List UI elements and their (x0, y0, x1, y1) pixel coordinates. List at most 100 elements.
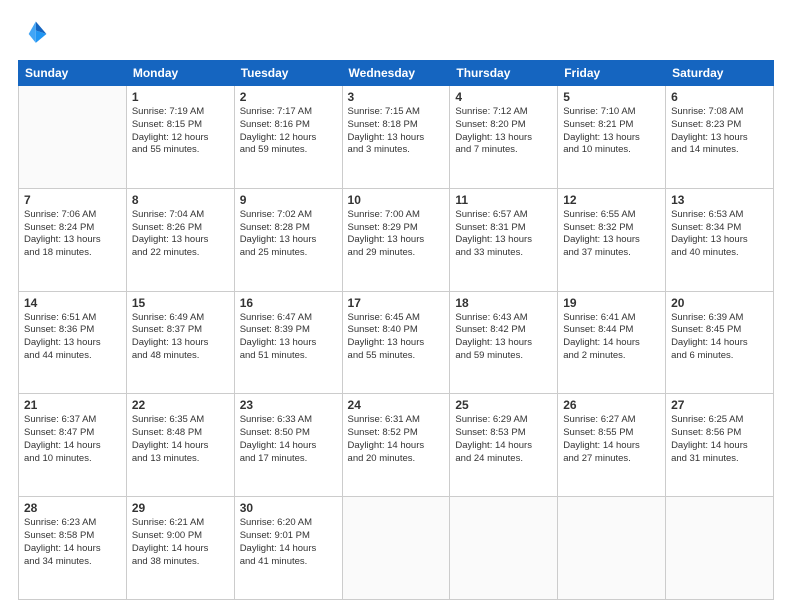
day-number: 16 (240, 296, 337, 310)
day-info: Sunrise: 7:04 AM Sunset: 8:26 PM Dayligh… (132, 209, 229, 260)
day-info: Sunrise: 6:27 AM Sunset: 8:55 PM Dayligh… (563, 414, 660, 465)
calendar-cell: 3Sunrise: 7:15 AM Sunset: 8:18 PM Daylig… (342, 86, 450, 189)
calendar-cell: 27Sunrise: 6:25 AM Sunset: 8:56 PM Dayli… (666, 394, 774, 497)
calendar-cell: 25 Sunrise: 6:29 AM Sunset: 8:53 PM Dayli… (450, 394, 558, 497)
day-info: Sunrise: 6:35 AM Sunset: 8:48 PM Dayligh… (132, 414, 229, 465)
calendar-cell: 21 Sunrise: 6:37 AM Sunset: 8:47 PM Dayli… (19, 394, 127, 497)
day-info: Sunrise: 7:15 AM Sunset: 8:18 PM Dayligh… (348, 106, 445, 157)
logo-icon (18, 18, 50, 50)
calendar-cell: 13 Sunrise: 6:53 AM Sunset: 8:34 PM Dayli… (666, 188, 774, 291)
day-number: 1 (132, 90, 229, 104)
day-info: Sunrise: 7:06 AM Sunset: 8:24 PM Dayligh… (24, 209, 121, 260)
day-number: 4 (455, 90, 552, 104)
day-info: Sunrise: 6:49 AM Sunset: 8:37 PM Dayligh… (132, 312, 229, 363)
calendar-cell: 6Sunrise: 7:08 AM Sunset: 8:23 PM Daylig… (666, 86, 774, 189)
day-number: 23 (240, 398, 337, 412)
day-info: Sunrise: 6:33 AM Sunset: 8:50 PM Dayligh… (240, 414, 337, 465)
calendar-cell: 15 Sunrise: 6:49 AM Sunset: 8:37 PM Dayli… (126, 291, 234, 394)
calendar-cell: 2 Sunrise: 7:17 AM Sunset: 8:16 PM Daylig… (234, 86, 342, 189)
day-info: Sunrise: 7:10 AM Sunset: 8:21 PM Dayligh… (563, 106, 660, 157)
calendar-cell: 7 Sunrise: 7:06 AM Sunset: 8:24 PM Daylig… (19, 188, 127, 291)
weekday-header-wednesday: Wednesday (342, 61, 450, 86)
day-number: 8 (132, 193, 229, 207)
calendar-cell: 26 Sunrise: 6:27 AM Sunset: 8:55 PM Dayli… (558, 394, 666, 497)
week-row-3: 14 Sunrise: 6:51 AM Sunset: 8:36 PM Dayli… (19, 291, 774, 394)
calendar-cell (342, 497, 450, 600)
day-info: Sunrise: 6:31 AM Sunset: 8:52 PM Dayligh… (348, 414, 445, 465)
weekday-header-friday: Friday (558, 61, 666, 86)
calendar-cell: 10Sunrise: 7:00 AM Sunset: 8:29 PM Dayli… (342, 188, 450, 291)
day-number: 17 (348, 296, 445, 310)
day-info: Sunrise: 6:21 AM Sunset: 9:00 PM Dayligh… (132, 517, 229, 568)
weekday-header-row: SundayMondayTuesdayWednesdayThursdayFrid… (19, 61, 774, 86)
weekday-header-monday: Monday (126, 61, 234, 86)
day-number: 5 (563, 90, 660, 104)
week-row-5: 28Sunrise: 6:23 AM Sunset: 8:58 PM Dayli… (19, 497, 774, 600)
calendar-cell: 9 Sunrise: 7:02 AM Sunset: 8:28 PM Daylig… (234, 188, 342, 291)
day-number: 15 (132, 296, 229, 310)
week-row-2: 7 Sunrise: 7:06 AM Sunset: 8:24 PM Daylig… (19, 188, 774, 291)
calendar-cell: 28Sunrise: 6:23 AM Sunset: 8:58 PM Dayli… (19, 497, 127, 600)
day-number: 30 (240, 501, 337, 515)
day-number: 20 (671, 296, 768, 310)
day-number: 22 (132, 398, 229, 412)
calendar-cell: 12Sunrise: 6:55 AM Sunset: 8:32 PM Dayli… (558, 188, 666, 291)
weekday-header-thursday: Thursday (450, 61, 558, 86)
week-row-1: 1 Sunrise: 7:19 AM Sunset: 8:15 PM Daylig… (19, 86, 774, 189)
calendar-cell: 16 Sunrise: 6:47 AM Sunset: 8:39 PM Dayli… (234, 291, 342, 394)
day-info: Sunrise: 7:17 AM Sunset: 8:16 PM Dayligh… (240, 106, 337, 157)
calendar-cell (450, 497, 558, 600)
calendar-cell: 30 Sunrise: 6:20 AM Sunset: 9:01 PM Dayli… (234, 497, 342, 600)
day-number: 2 (240, 90, 337, 104)
day-info: Sunrise: 6:41 AM Sunset: 8:44 PM Dayligh… (563, 312, 660, 363)
day-info: Sunrise: 7:19 AM Sunset: 8:15 PM Dayligh… (132, 106, 229, 157)
day-number: 10 (348, 193, 445, 207)
day-info: Sunrise: 6:47 AM Sunset: 8:39 PM Dayligh… (240, 312, 337, 363)
day-info: Sunrise: 6:53 AM Sunset: 8:34 PM Dayligh… (671, 209, 768, 260)
day-info: Sunrise: 6:20 AM Sunset: 9:01 PM Dayligh… (240, 517, 337, 568)
calendar-cell: 4 Sunrise: 7:12 AM Sunset: 8:20 PM Daylig… (450, 86, 558, 189)
day-number: 26 (563, 398, 660, 412)
day-number: 11 (455, 193, 552, 207)
week-row-4: 21 Sunrise: 6:37 AM Sunset: 8:47 PM Dayli… (19, 394, 774, 497)
day-number: 24 (348, 398, 445, 412)
calendar-cell: 20Sunrise: 6:39 AM Sunset: 8:45 PM Dayli… (666, 291, 774, 394)
calendar-cell: 11 Sunrise: 6:57 AM Sunset: 8:31 PM Dayli… (450, 188, 558, 291)
weekday-header-saturday: Saturday (666, 61, 774, 86)
day-number: 7 (24, 193, 121, 207)
day-number: 9 (240, 193, 337, 207)
day-info: Sunrise: 6:23 AM Sunset: 8:58 PM Dayligh… (24, 517, 121, 568)
calendar-cell: 1 Sunrise: 7:19 AM Sunset: 8:15 PM Daylig… (126, 86, 234, 189)
calendar-cell (19, 86, 127, 189)
logo (18, 18, 54, 50)
day-info: Sunrise: 6:37 AM Sunset: 8:47 PM Dayligh… (24, 414, 121, 465)
calendar-cell: 24 Sunrise: 6:31 AM Sunset: 8:52 PM Dayli… (342, 394, 450, 497)
day-number: 27 (671, 398, 768, 412)
day-info: Sunrise: 7:02 AM Sunset: 8:28 PM Dayligh… (240, 209, 337, 260)
calendar-cell: 23 Sunrise: 6:33 AM Sunset: 8:50 PM Dayli… (234, 394, 342, 497)
day-info: Sunrise: 6:57 AM Sunset: 8:31 PM Dayligh… (455, 209, 552, 260)
page: SundayMondayTuesdayWednesdayThursdayFrid… (0, 0, 792, 612)
day-info: Sunrise: 6:45 AM Sunset: 8:40 PM Dayligh… (348, 312, 445, 363)
day-info: Sunrise: 7:08 AM Sunset: 8:23 PM Dayligh… (671, 106, 768, 157)
day-info: Sunrise: 6:43 AM Sunset: 8:42 PM Dayligh… (455, 312, 552, 363)
calendar-cell: 18Sunrise: 6:43 AM Sunset: 8:42 PM Dayli… (450, 291, 558, 394)
day-info: Sunrise: 7:12 AM Sunset: 8:20 PM Dayligh… (455, 106, 552, 157)
weekday-header-tuesday: Tuesday (234, 61, 342, 86)
day-number: 21 (24, 398, 121, 412)
calendar-cell: 8 Sunrise: 7:04 AM Sunset: 8:26 PM Daylig… (126, 188, 234, 291)
calendar-cell: 19Sunrise: 6:41 AM Sunset: 8:44 PM Dayli… (558, 291, 666, 394)
day-number: 13 (671, 193, 768, 207)
calendar-cell (666, 497, 774, 600)
day-number: 25 (455, 398, 552, 412)
day-number: 12 (563, 193, 660, 207)
calendar-cell: 5 Sunrise: 7:10 AM Sunset: 8:21 PM Daylig… (558, 86, 666, 189)
calendar-cell: 17 Sunrise: 6:45 AM Sunset: 8:40 PM Dayli… (342, 291, 450, 394)
calendar-cell: 29 Sunrise: 6:21 AM Sunset: 9:00 PM Dayli… (126, 497, 234, 600)
day-info: Sunrise: 6:29 AM Sunset: 8:53 PM Dayligh… (455, 414, 552, 465)
calendar-cell: 14 Sunrise: 6:51 AM Sunset: 8:36 PM Dayli… (19, 291, 127, 394)
day-info: Sunrise: 6:51 AM Sunset: 8:36 PM Dayligh… (24, 312, 121, 363)
day-number: 14 (24, 296, 121, 310)
day-number: 29 (132, 501, 229, 515)
header (18, 18, 774, 50)
